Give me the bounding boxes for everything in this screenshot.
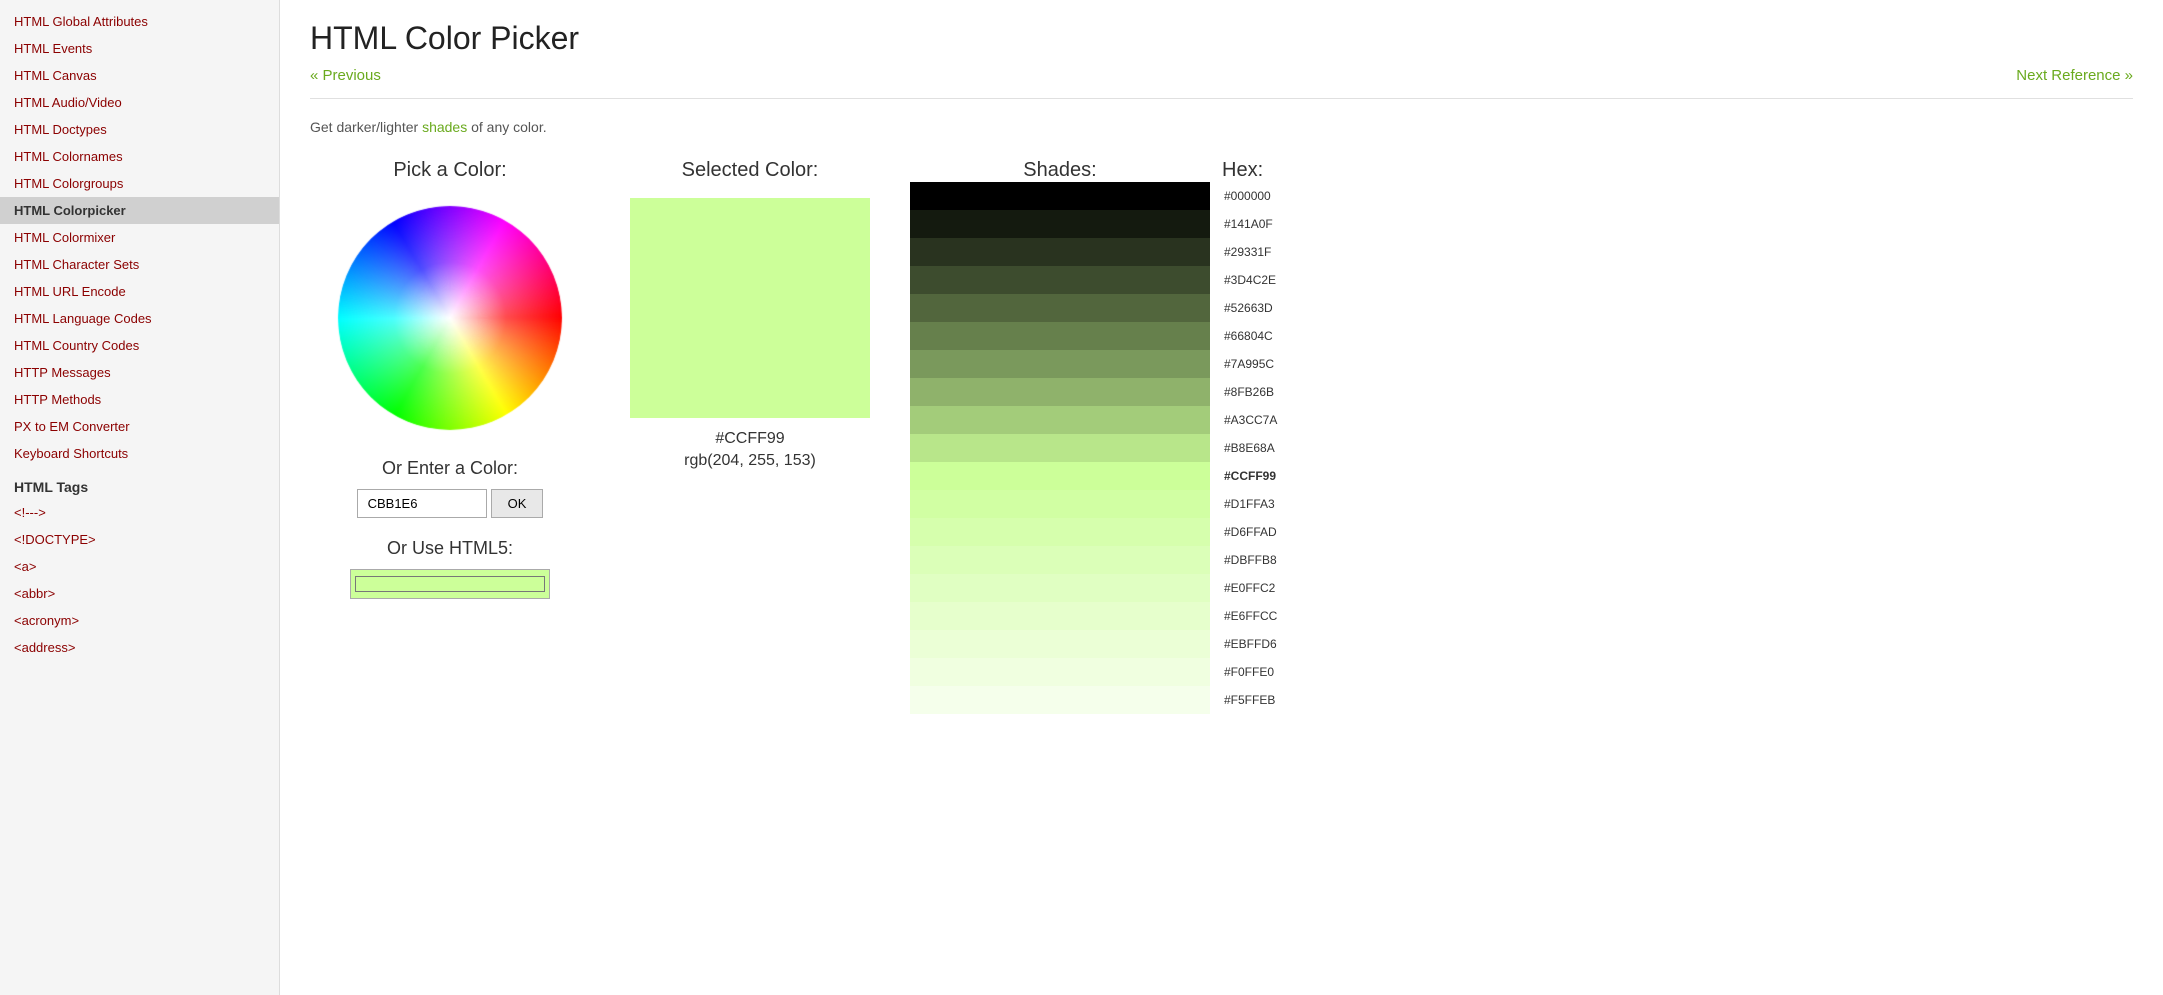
pick-color-label: Pick a Color: (393, 159, 506, 182)
hex-item[interactable]: #000000 (1220, 182, 1277, 210)
hex-item[interactable]: #52663D (1220, 294, 1277, 322)
picker-layout: Pick a Color: Or Enter a Color: OK Or Us… (310, 159, 2133, 714)
main-content: HTML Color Picker « Previous Next Refere… (280, 0, 2163, 995)
sidebar-item[interactable]: <a> (0, 553, 279, 580)
sidebar-item[interactable]: <!DOCTYPE> (0, 526, 279, 553)
sidebar-item[interactable]: HTML Audio/Video (0, 89, 279, 116)
hex-item[interactable]: #F0FFE0 (1220, 658, 1277, 686)
shade-row[interactable] (910, 462, 1210, 490)
picker-right: Shades: Hex: #000000#141A0F#29331F#3D4C2… (910, 159, 1277, 714)
hex-item[interactable]: #66804C (1220, 322, 1277, 350)
hex-item[interactable]: #F5FFEB (1220, 686, 1277, 714)
shade-row[interactable] (910, 182, 1210, 210)
hex-item[interactable]: #DBFFB8 (1220, 546, 1277, 574)
hex-item[interactable]: #D1FFA3 (1220, 490, 1277, 518)
hex-item[interactable]: #8FB26B (1220, 378, 1277, 406)
shades-label: Shades: (1023, 159, 1096, 182)
html5-color-input[interactable] (350, 569, 550, 599)
hex-item[interactable]: #EBFFD6 (1220, 630, 1277, 658)
next-link[interactable]: Next Reference » (2016, 67, 2133, 84)
hex-item[interactable]: #141A0F (1220, 210, 1277, 238)
hex-column: Hex: #000000#141A0F#29331F#3D4C2E#52663D… (1220, 159, 1277, 714)
shades-column: Shades: (910, 159, 1210, 714)
sidebar-item[interactable]: HTML Events (0, 35, 279, 62)
page-title: HTML Color Picker (310, 20, 2133, 57)
ok-button[interactable]: OK (491, 489, 544, 518)
hex-item[interactable]: #3D4C2E (1220, 266, 1277, 294)
html5-label: Or Use HTML5: (387, 538, 513, 559)
shade-row[interactable] (910, 238, 1210, 266)
enter-color-label: Or Enter a Color: (382, 458, 518, 479)
hex-item[interactable]: #7A995C (1220, 350, 1277, 378)
hex-value: #CCFF99 (715, 430, 784, 448)
shade-row[interactable] (910, 378, 1210, 406)
hex-item[interactable]: #B8E68A (1220, 434, 1277, 462)
shade-row[interactable] (910, 630, 1210, 658)
color-wheel-canvas[interactable] (330, 198, 570, 438)
shade-row[interactable] (910, 210, 1210, 238)
shade-strip[interactable] (910, 182, 1210, 714)
sidebar-item[interactable]: <!---> (0, 499, 279, 526)
shade-row[interactable] (910, 294, 1210, 322)
sidebar-item[interactable]: HTML Colormixer (0, 224, 279, 251)
sidebar-html-tags-title: HTML Tags (0, 467, 279, 499)
color-wheel[interactable] (330, 198, 570, 438)
sidebar-item[interactable]: HTML Global Attributes (0, 8, 279, 35)
sidebar-item[interactable]: HTML Colorgroups (0, 170, 279, 197)
sidebar-item[interactable]: Keyboard Shortcuts (0, 440, 279, 467)
shade-row[interactable] (910, 266, 1210, 294)
hex-item[interactable]: #29331F (1220, 238, 1277, 266)
sidebar-item[interactable]: HTML Doctypes (0, 116, 279, 143)
picker-left: Pick a Color: Or Enter a Color: OK Or Us… (310, 159, 590, 599)
hex-item[interactable]: #D6FFAD (1220, 518, 1277, 546)
hex-list: #000000#141A0F#29331F#3D4C2E#52663D#6680… (1220, 182, 1277, 714)
sidebar-item[interactable]: PX to EM Converter (0, 413, 279, 440)
sidebar-item[interactable]: HTML Language Codes (0, 305, 279, 332)
sidebar-item[interactable]: HTML URL Encode (0, 278, 279, 305)
shade-row[interactable] (910, 546, 1210, 574)
sidebar-item[interactable]: <abbr> (0, 580, 279, 607)
sidebar-item[interactable]: <address> (0, 634, 279, 661)
shade-row[interactable] (910, 574, 1210, 602)
prev-link[interactable]: « Previous (310, 67, 381, 84)
selected-color-box[interactable] (630, 198, 870, 418)
hex-item[interactable]: #E0FFC2 (1220, 574, 1277, 602)
shade-row[interactable] (910, 322, 1210, 350)
shade-row[interactable] (910, 518, 1210, 546)
picker-middle: Selected Color: #CCFF99 rgb(204, 255, 15… (630, 159, 870, 470)
color-input-row: OK (357, 489, 544, 518)
color-text-input[interactable] (357, 489, 487, 518)
shade-row[interactable] (910, 686, 1210, 714)
hex-col-label: Hex: (1222, 159, 1263, 182)
hex-item[interactable]: #CCFF99 (1220, 462, 1277, 490)
sidebar-item[interactable]: HTML Colornames (0, 143, 279, 170)
hex-item[interactable]: #E6FFCC (1220, 602, 1277, 630)
sidebar-item[interactable]: HTML Colorpicker (0, 197, 279, 224)
nav-links: « Previous Next Reference » (310, 67, 2133, 99)
shade-row[interactable] (910, 658, 1210, 686)
shade-row[interactable] (910, 406, 1210, 434)
shade-row[interactable] (910, 602, 1210, 630)
hex-item[interactable]: #A3CC7A (1220, 406, 1277, 434)
sidebar-item[interactable]: <acronym> (0, 607, 279, 634)
shade-row[interactable] (910, 434, 1210, 462)
selected-color-label: Selected Color: (682, 159, 819, 182)
sidebar-item[interactable]: HTML Canvas (0, 62, 279, 89)
sidebar-item[interactable]: HTML Character Sets (0, 251, 279, 278)
sidebar-item[interactable]: HTML Country Codes (0, 332, 279, 359)
sidebar-item[interactable]: HTTP Messages (0, 359, 279, 386)
sidebar-item[interactable]: HTTP Methods (0, 386, 279, 413)
sidebar: HTML Global AttributesHTML EventsHTML Ca… (0, 0, 280, 995)
rgb-value: rgb(204, 255, 153) (684, 452, 816, 470)
shade-row[interactable] (910, 490, 1210, 518)
shade-row[interactable] (910, 350, 1210, 378)
description: Get darker/lighter shades of any color. (310, 119, 2133, 135)
